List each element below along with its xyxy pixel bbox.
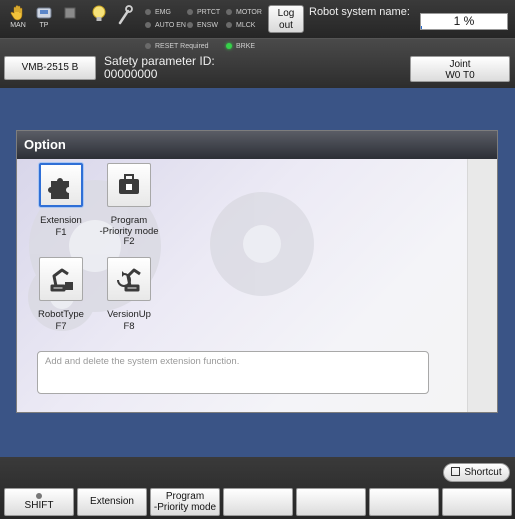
f2-label-1: Program [165,491,205,502]
f1-key[interactable]: Extension [77,488,147,516]
toolbox-lock-icon [107,163,151,207]
teach-pendant-indicator[interactable]: TP [32,4,56,34]
brke-indicator: BRKE [226,42,255,52]
hand-icon [10,5,23,21]
f3-key[interactable] [223,488,293,516]
light-bulb-icon [92,5,106,21]
speed-bar [421,26,422,29]
shift-key[interactable]: SHIFT [4,488,74,516]
manual-mode-indicator[interactable]: MAN [6,4,30,34]
option-key: F2 [123,236,135,247]
speed-value: 1 % [453,14,475,28]
puzzle-icon [39,163,83,207]
status-bar: MAN TP EMG PRTCT MOTOR AUTO EN ENSW MLCK… [0,0,515,38]
shortcut-icon [451,467,461,476]
shift-led [36,493,42,499]
wrench-icon [118,5,133,25]
function-keys: SHIFT Extension Program -Priority mode [0,488,515,516]
f2-key[interactable]: Program -Priority mode [150,488,220,516]
reset-required-indicator: RESET Required [145,42,209,52]
f1-label: Extension [90,496,134,507]
panel-title: Option [17,131,497,159]
tp-label: TP [39,22,49,29]
joint-label: Joint [449,59,471,70]
robot-header: RESET Required BRKE VMB-2515 B Safety pa… [0,38,515,88]
mlck-indicator: MLCK [226,21,255,31]
ensw-indicator: ENSW [187,21,218,31]
joint-tool-label: W0 T0 [445,70,475,81]
description-box: Add and delete the system extension func… [37,351,429,394]
joint-button[interactable]: Joint W0 T0 [410,56,510,82]
robot-arm-lock-icon [39,257,83,301]
status-led [226,43,232,49]
logout-label-1: Log [277,8,295,19]
shortcut-label: Shortcut [464,467,502,478]
motor-indicator: MOTOR [226,8,262,18]
option-panel: Option Extension F1 Program -Priority mo… [16,130,498,413]
stop-square-icon [64,7,76,19]
logout-button[interactable]: Log out [268,5,304,33]
status-led [187,22,193,28]
status-led [145,9,151,15]
robot-arm-update-icon [107,257,151,301]
status-led [187,9,193,15]
bottom-bar: Shortcut SHIFT Extension Program -Priori… [0,457,515,519]
shift-label: SHIFT [24,500,54,511]
mode-label: MAN [10,22,26,29]
option-label: VersionUp [107,309,151,320]
f4-key[interactable] [296,488,366,516]
main-area: Option Extension F1 Program -Priority mo… [0,88,515,457]
f6-key[interactable] [442,488,512,516]
status-led [226,22,232,28]
status-led [145,43,151,49]
teach-pendant-icon [36,7,52,19]
option-program-priority-mode[interactable]: Program -Priority mode F2 [87,163,171,247]
option-label: Program -Priority mode [99,215,159,237]
emg-indicator: EMG [145,8,171,18]
f5-key[interactable] [369,488,439,516]
speed-indicator[interactable]: 1 % [420,13,508,30]
panel-scroll-rail [467,159,497,412]
auto-en-indicator: AUTO EN [145,21,186,31]
logout-label-2: out [279,20,293,31]
option-key: F8 [123,321,135,332]
f2-label-2: -Priority mode [153,502,217,513]
stop-indicator[interactable] [58,4,82,34]
status-led [145,22,151,28]
tool-indicator[interactable] [113,4,137,34]
robot-system-name-label: Robot system name: [309,6,410,18]
option-version-up[interactable]: VersionUp F8 [87,257,171,332]
status-led [226,9,232,15]
shortcut-button[interactable]: Shortcut [443,463,510,482]
safety-parameter: Safety parameter ID: 00000000 [104,55,215,81]
prtct-indicator: PRTCT [187,8,220,18]
lamp-indicator[interactable] [87,4,111,34]
panel-body: Extension F1 Program -Priority mode F2 R… [17,159,497,412]
robot-model-button[interactable]: VMB-2515 B [4,56,96,80]
safety-parameter-id: 00000000 [104,67,158,81]
